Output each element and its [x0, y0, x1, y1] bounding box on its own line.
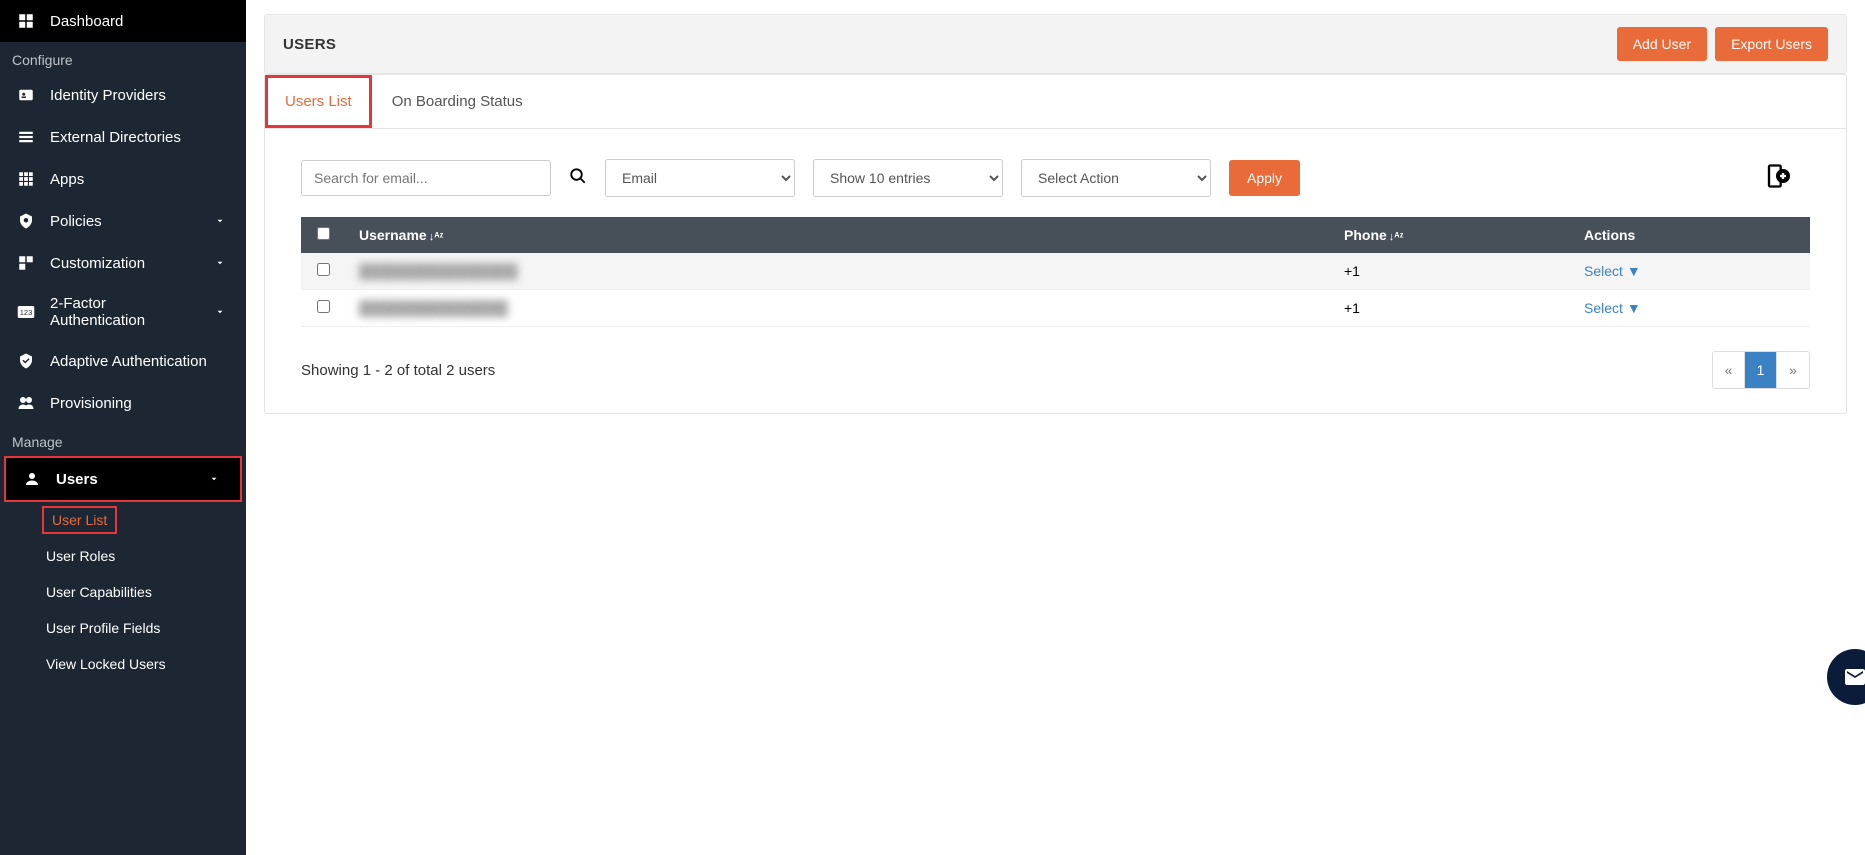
- table-footer: Showing 1 - 2 of total 2 users « 1 »: [265, 327, 1846, 413]
- page-1[interactable]: 1: [1745, 352, 1777, 388]
- chevron-down-icon: [204, 469, 224, 489]
- table-row: ███████████████ +1 Select ▼: [301, 290, 1810, 327]
- col-checkbox: [301, 217, 345, 253]
- submenu-item-user-capabilities[interactable]: User Capabilities: [42, 574, 246, 610]
- shield-icon: [16, 211, 36, 231]
- sidebar-label: Policies: [50, 213, 102, 230]
- sidebar-item-adaptive-auth[interactable]: Adaptive Authentication: [0, 340, 246, 382]
- row-action-select[interactable]: Select ▼: [1584, 263, 1641, 279]
- submenu-item-user-roles[interactable]: User Roles: [42, 538, 246, 574]
- sidebar-label: Apps: [50, 171, 84, 188]
- sidebar-item-dashboard[interactable]: Dashboard: [0, 0, 246, 42]
- sidebar-item-apps[interactable]: Apps: [0, 158, 246, 200]
- select-all-checkbox[interactable]: [317, 227, 330, 240]
- page-title: USERS: [283, 36, 336, 53]
- add-user-button[interactable]: Add User: [1617, 27, 1707, 61]
- id-card-icon: [16, 85, 36, 105]
- sidebar-item-customization[interactable]: Customization: [0, 242, 246, 284]
- email-select[interactable]: Email: [605, 159, 795, 197]
- svg-text:123: 123: [20, 308, 33, 317]
- caret-down-icon: ▼: [1627, 300, 1641, 316]
- tab-users-list[interactable]: Users List: [265, 75, 372, 128]
- sidebar-label: Identity Providers: [50, 87, 166, 104]
- puzzle-icon: [16, 253, 36, 273]
- shield-check-icon: [16, 351, 36, 371]
- col-phone[interactable]: Phone↓ᴬᶻ: [1330, 217, 1570, 253]
- sidebar: Dashboard Configure Identity Providers E…: [0, 0, 246, 855]
- page-header: USERS Add User Export Users: [264, 14, 1847, 74]
- search-input[interactable]: [301, 160, 551, 196]
- submenu-item-user-list[interactable]: User List: [42, 506, 117, 534]
- pagination: « 1 »: [1712, 351, 1810, 389]
- export-users-button[interactable]: Export Users: [1715, 27, 1828, 61]
- username-cell: ████████████████: [359, 263, 518, 279]
- submenu-item-view-locked-users[interactable]: View Locked Users: [42, 646, 246, 682]
- caret-down-icon: ▼: [1627, 263, 1641, 279]
- sidebar-label: Customization: [50, 255, 145, 272]
- sidebar-item-2fa[interactable]: 123 2-Factor Authentication: [0, 284, 246, 340]
- col-actions: Actions: [1570, 217, 1810, 253]
- username-cell: ███████████████: [359, 300, 508, 316]
- sidebar-item-provisioning[interactable]: Provisioning: [0, 382, 246, 424]
- submenu-item-user-profile-fields[interactable]: User Profile Fields: [42, 610, 246, 646]
- sidebar-label: Provisioning: [50, 395, 132, 412]
- section-configure: Configure: [0, 42, 246, 74]
- users-icon: [16, 393, 36, 413]
- tab-on-boarding-status[interactable]: On Boarding Status: [372, 75, 543, 128]
- apply-button[interactable]: Apply: [1229, 160, 1300, 196]
- sidebar-item-identity-providers[interactable]: Identity Providers: [0, 74, 246, 116]
- tabs: Users List On Boarding Status: [265, 75, 1846, 129]
- action-select[interactable]: Select Action: [1021, 159, 1211, 197]
- col-username[interactable]: Username↓ᴬᶻ: [345, 217, 1330, 253]
- users-submenu: User List User Roles User Capabilities U…: [0, 502, 246, 682]
- sidebar-label: Users: [56, 471, 98, 488]
- user-icon: [22, 469, 42, 489]
- page-next[interactable]: »: [1777, 352, 1809, 388]
- row-action-select[interactable]: Select ▼: [1584, 300, 1641, 316]
- sidebar-item-users[interactable]: Users: [4, 456, 242, 502]
- code-icon: 123: [16, 302, 36, 322]
- floating-action-button[interactable]: [1827, 649, 1865, 705]
- sidebar-item-policies[interactable]: Policies: [0, 200, 246, 242]
- entries-select[interactable]: Show 10 entries: [813, 159, 1003, 197]
- add-to-device-icon[interactable]: [1762, 162, 1790, 195]
- controls-row: Email Show 10 entries Select Action Appl…: [265, 129, 1846, 217]
- search-icon[interactable]: [569, 167, 587, 190]
- sidebar-label: 2-Factor Authentication: [50, 295, 196, 329]
- list-icon: [16, 127, 36, 147]
- page-prev[interactable]: «: [1713, 352, 1745, 388]
- showing-text: Showing 1 - 2 of total 2 users: [301, 362, 495, 379]
- table-row: ████████████████ +1 Select ▼: [301, 253, 1810, 290]
- row-checkbox[interactable]: [317, 300, 330, 313]
- dashboard-icon: [16, 11, 36, 31]
- sidebar-item-external-directories[interactable]: External Directories: [0, 116, 246, 158]
- users-table: Username↓ᴬᶻ Phone↓ᴬᶻ Actions ███████████…: [301, 217, 1810, 327]
- content-card: Users List On Boarding Status Email Show…: [264, 74, 1847, 414]
- row-checkbox[interactable]: [317, 263, 330, 276]
- main-content: USERS Add User Export Users Users List O…: [246, 0, 1865, 855]
- sidebar-label: Dashboard: [50, 13, 123, 30]
- sort-icon: ↓ᴬᶻ: [429, 231, 444, 243]
- chevron-down-icon: [210, 253, 230, 273]
- chevron-down-icon: [210, 211, 230, 231]
- phone-cell: +1: [1330, 290, 1570, 327]
- chevron-down-icon: [210, 302, 230, 322]
- sort-icon: ↓ᴬᶻ: [1389, 231, 1404, 243]
- sidebar-label: External Directories: [50, 129, 181, 146]
- apps-icon: [16, 169, 36, 189]
- section-manage: Manage: [0, 424, 246, 456]
- sidebar-label: Adaptive Authentication: [50, 353, 207, 370]
- phone-cell: +1: [1330, 253, 1570, 290]
